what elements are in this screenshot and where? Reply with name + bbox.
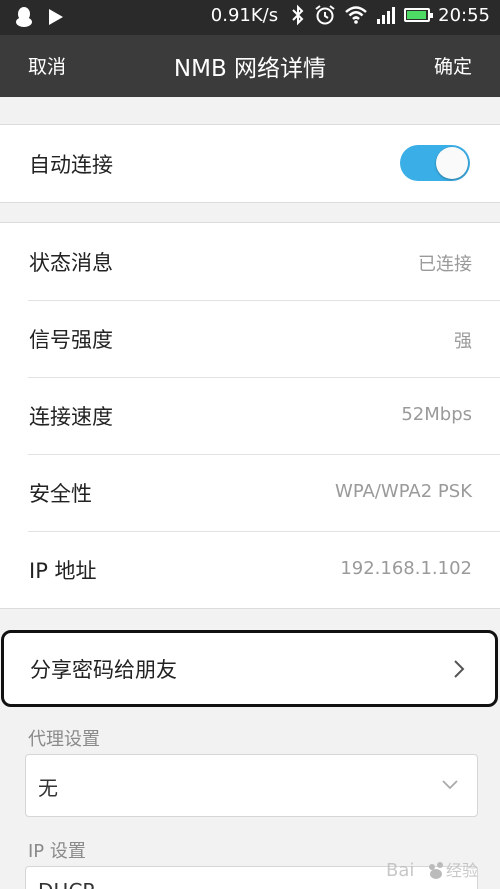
auto-connect-card: 自动连接 bbox=[0, 124, 500, 203]
status-bar: 0.91K/s 20:55 bbox=[0, 0, 500, 35]
alarm-icon bbox=[315, 5, 335, 25]
network-speed: 0.91K/s bbox=[210, 4, 279, 26]
wifi-icon bbox=[345, 6, 367, 24]
ip-settings-selected-value: DHCP bbox=[38, 879, 94, 889]
ip-address-label: IP 地址 bbox=[29, 559, 97, 583]
nav-bar: 取消 NMB 网络详情 确定 bbox=[0, 35, 500, 97]
security-label: 安全性 bbox=[29, 482, 92, 506]
play-icon bbox=[49, 9, 63, 25]
chevron-right-icon bbox=[454, 660, 465, 678]
share-password-button[interactable]: 分享密码给朋友 bbox=[1, 630, 498, 707]
status-value: 已连接 bbox=[418, 254, 472, 275]
ip-settings-label: IP 设置 bbox=[28, 841, 86, 862]
proxy-selected-value: 无 bbox=[38, 776, 58, 800]
baidu-watermark-logo: Bai 经验 bbox=[386, 860, 478, 881]
battery-icon bbox=[404, 8, 434, 22]
network-details-card: 状态消息 已连接 信号强度 强 连接速度 52Mbps 安全性 WPA/WPA2… bbox=[0, 222, 500, 609]
detail-row-security: 安全性 WPA/WPA2 PSK bbox=[0, 454, 500, 531]
speed-value: 52Mbps bbox=[401, 404, 472, 425]
cancel-button[interactable]: 取消 bbox=[28, 52, 66, 79]
signal-icon bbox=[377, 7, 396, 24]
status-bar-left bbox=[14, 6, 64, 28]
toggle-knob bbox=[436, 147, 468, 179]
signal-label: 信号强度 bbox=[29, 328, 113, 352]
proxy-settings-label: 代理设置 bbox=[28, 729, 100, 750]
ip-address-value: 192.168.1.102 bbox=[340, 558, 472, 579]
svg-text:经验: 经验 bbox=[446, 861, 478, 880]
detail-row-ip: IP 地址 192.168.1.102 bbox=[0, 531, 500, 608]
security-value: WPA/WPA2 PSK bbox=[335, 481, 472, 502]
status-bar-right: 0.91K/s 20:55 bbox=[211, 4, 490, 26]
share-password-label: 分享密码给朋友 bbox=[30, 658, 177, 682]
auto-connect-label: 自动连接 bbox=[29, 153, 113, 177]
detail-row-speed: 连接速度 52Mbps bbox=[0, 377, 500, 454]
qq-icon bbox=[16, 7, 32, 27]
chevron-down-icon bbox=[442, 780, 458, 790]
bluetooth-icon bbox=[292, 4, 304, 26]
confirm-button[interactable]: 确定 bbox=[434, 52, 472, 79]
proxy-select[interactable]: 无 bbox=[25, 754, 478, 817]
svg-text:Bai: Bai bbox=[386, 860, 414, 881]
auto-connect-row: 自动连接 bbox=[0, 125, 500, 202]
page-title: NMB 网络详情 bbox=[173, 56, 327, 82]
detail-row-signal: 信号强度 强 bbox=[0, 300, 500, 377]
status-label: 状态消息 bbox=[29, 251, 113, 275]
signal-value: 强 bbox=[454, 331, 472, 352]
speed-label: 连接速度 bbox=[29, 405, 113, 429]
clock: 20:55 bbox=[438, 4, 490, 26]
detail-row-status: 状态消息 已连接 bbox=[0, 223, 500, 300]
auto-connect-toggle[interactable] bbox=[400, 145, 470, 181]
